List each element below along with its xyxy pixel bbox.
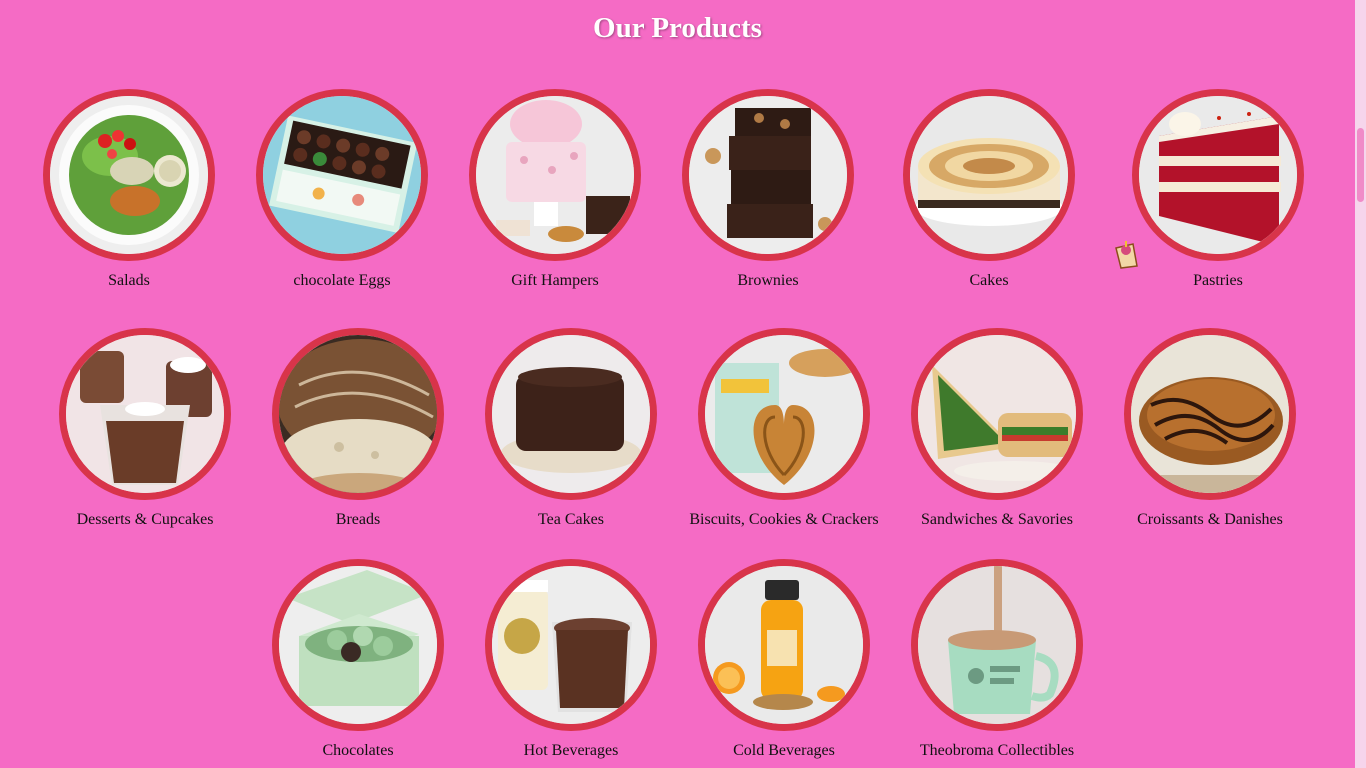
product-label[interactable]: Biscuits, Cookies & Crackers [679,511,889,529]
product-label[interactable]: chocolate Eggs [237,272,447,290]
page-title: Our Products [593,12,762,44]
product-label[interactable]: Sandwiches & Savories [892,511,1102,529]
product-cakes[interactable]: Cakes [884,89,1094,290]
scrollbar-thumb[interactable] [1357,128,1364,202]
brownie-stack-image[interactable] [682,89,854,261]
product-label[interactable]: Chocolates [253,742,463,760]
cupcake-cursor-icon [1115,241,1138,269]
product-croissants-danishes[interactable]: Croissants & Danishes [1105,328,1315,529]
salad-bowl-image[interactable] [43,89,215,261]
product-label[interactable]: Croissants & Danishes [1105,511,1315,529]
product-label[interactable]: Hot Beverages [466,742,676,760]
product-cold-beverages[interactable]: Cold Beverages [679,559,889,760]
red-velvet-pastry-image[interactable] [1132,89,1304,261]
product-sandwiches-savories[interactable]: Sandwiches & Savories [892,328,1102,529]
chocolate-croissant-image[interactable] [1124,328,1296,500]
product-salads[interactable]: Salads [24,89,234,290]
product-label[interactable]: Salads [24,272,234,290]
product-chocolates[interactable]: Chocolates [253,559,463,760]
chocolate-tea-cake-image[interactable] [485,328,657,500]
product-hot-beverages[interactable]: Hot Beverages [466,559,676,760]
sourdough-bread-image[interactable] [272,328,444,500]
product-pastries[interactable]: Pastries [1113,89,1323,290]
product-tea-cakes[interactable]: Tea Cakes [466,328,676,529]
meringue-cake-image[interactable] [903,89,1075,261]
product-biscuits-cookies-crackers[interactable]: Biscuits, Cookies & Crackers [679,328,889,529]
products-page: Our Products Salads chocolate Eggs Gift … [0,0,1366,768]
product-label[interactable]: Brownies [663,272,873,290]
product-label[interactable]: Desserts & Cupcakes [40,511,250,529]
product-gift-hampers[interactable]: Gift Hampers [450,89,660,290]
product-brownies[interactable]: Brownies [663,89,873,290]
product-theobroma-collectibles[interactable]: Theobroma Collectibles [892,559,1102,760]
sandwich-image[interactable] [911,328,1083,500]
hot-chocolate-cup-image[interactable] [485,559,657,731]
orange-juice-bottle-image[interactable] [698,559,870,731]
product-label[interactable]: Theobroma Collectibles [892,742,1102,760]
product-label[interactable]: Pastries [1113,272,1323,290]
product-label[interactable]: Tea Cakes [466,511,676,529]
product-label[interactable]: Gift Hampers [450,272,660,290]
palmier-cookie-image[interactable] [698,328,870,500]
product-breads[interactable]: Breads [253,328,463,529]
product-chocolate-eggs[interactable]: chocolate Eggs [237,89,447,290]
product-label[interactable]: Breads [253,511,463,529]
product-label[interactable]: Cakes [884,272,1094,290]
product-desserts-cupcakes[interactable]: Desserts & Cupcakes [40,328,250,529]
vertical-scrollbar[interactable] [1355,0,1366,768]
product-label[interactable]: Cold Beverages [679,742,889,760]
gift-hamper-image[interactable] [469,89,641,261]
mint-mug-image[interactable] [911,559,1083,731]
dessert-cups-image[interactable] [59,328,231,500]
chocolate-box-image[interactable] [272,559,444,731]
chocolate-eggs-box-image[interactable] [256,89,428,261]
